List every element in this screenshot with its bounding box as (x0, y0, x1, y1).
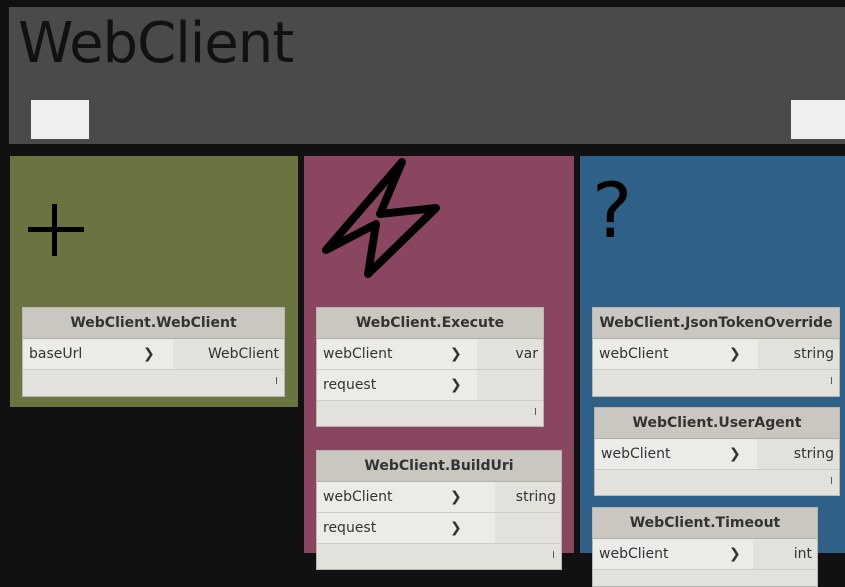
node-title: WebClient.BuildUri (317, 451, 561, 482)
node-title: WebClient.WebClient (23, 308, 284, 339)
chevron-right-icon: ❯ (450, 520, 462, 536)
page-title: WebClient (18, 11, 294, 76)
input-port-label[interactable]: request (317, 370, 376, 400)
lacing-indicator: I (830, 476, 833, 487)
node-webclient-execute[interactable]: WebClient.Execute webClient ❯ var reques… (316, 307, 544, 427)
node-port-row: request ❯ (317, 513, 561, 544)
node-port-row: webClient ❯ int (593, 539, 817, 570)
node-port-row: webClient ❯ string (593, 339, 839, 370)
node-webclient-useragent[interactable]: WebClient.UserAgent webClient ❯ string I (594, 407, 840, 496)
node-title: WebClient.Timeout (593, 508, 817, 539)
question-icon: ? (592, 166, 633, 255)
header-right-button[interactable] (791, 100, 845, 139)
chevron-right-icon: ❯ (729, 446, 741, 462)
node-webclient-builduri[interactable]: WebClient.BuildUri webClient ❯ string re… (316, 450, 562, 570)
input-port-label[interactable]: webClient (593, 339, 668, 369)
output-port-label[interactable]: WebClient (208, 339, 284, 369)
output-port-label[interactable]: string (794, 339, 839, 369)
input-port-label[interactable]: baseUrl (23, 339, 82, 369)
node-port-row: webClient ❯ string (595, 439, 839, 470)
input-port-label[interactable]: webClient (593, 539, 668, 569)
node-port-row: webClient ❯ string (317, 482, 561, 513)
input-port-label[interactable]: request (317, 513, 376, 543)
output-port-label[interactable]: int (794, 539, 817, 569)
input-port-label[interactable]: webClient (317, 339, 392, 369)
chevron-right-icon: ❯ (450, 377, 462, 393)
chevron-right-icon: ❯ (450, 489, 462, 505)
output-port-label[interactable]: string (794, 439, 839, 469)
chevron-right-icon: ❯ (729, 346, 741, 362)
lacing-indicator: I (830, 376, 833, 387)
node-webclient-jsontokenoverride[interactable]: WebClient.JsonTokenOverride webClient ❯ … (592, 307, 840, 397)
node-port-row: request ❯ (317, 370, 543, 401)
node-title: WebClient.UserAgent (595, 408, 839, 439)
lacing-indicator: I (552, 550, 555, 561)
node-port-row: webClient ❯ var (317, 339, 543, 370)
chevron-right-icon: ❯ (143, 346, 155, 362)
node-webclient-timeout[interactable]: WebClient.Timeout webClient ❯ int (592, 507, 818, 587)
header-left-button[interactable] (31, 100, 89, 139)
chevron-right-icon: ❯ (450, 346, 462, 362)
chevron-right-icon: ❯ (729, 546, 741, 562)
output-port-label[interactable]: string (516, 482, 561, 512)
node-title: WebClient.JsonTokenOverride (593, 308, 839, 339)
header-bar: WebClient (9, 7, 845, 144)
output-port-label[interactable]: var (515, 339, 543, 369)
lacing-indicator: I (275, 376, 278, 387)
node-title: WebClient.Execute (317, 308, 543, 339)
node-webclient-webclient[interactable]: WebClient.WebClient baseUrl ❯ WebClient … (22, 307, 285, 397)
node-port-row: baseUrl ❯ WebClient (23, 339, 284, 370)
lacing-indicator: I (534, 407, 537, 418)
plus-icon (28, 204, 84, 256)
input-port-label[interactable]: webClient (595, 439, 670, 469)
lightning-icon (322, 158, 440, 278)
input-port-label[interactable]: webClient (317, 482, 392, 512)
